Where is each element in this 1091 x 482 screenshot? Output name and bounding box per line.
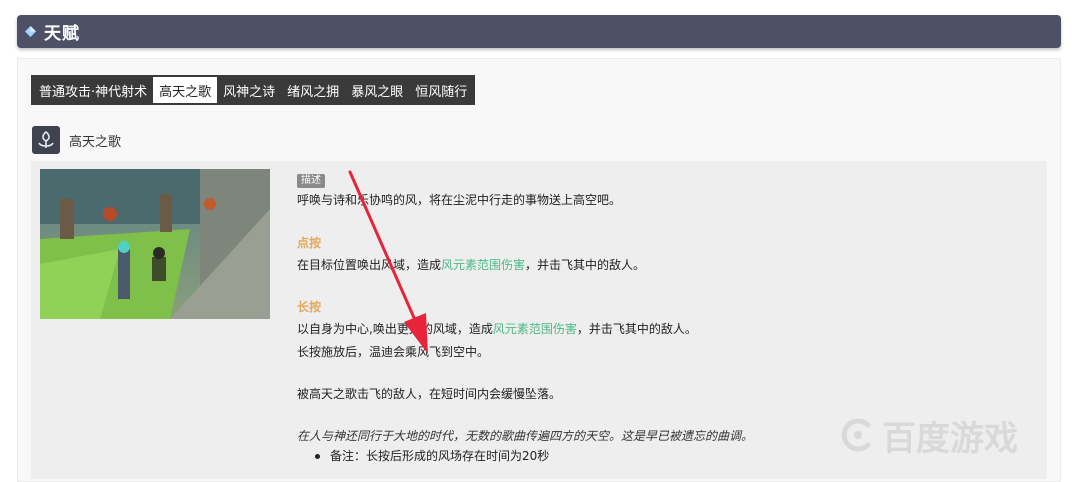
tab-embrace-of-winds[interactable]: 绪风之拥 <box>281 77 346 103</box>
tab-stormchaser[interactable]: 恒风随行 <box>409 77 474 103</box>
hold-text-pre: 以自身为中心,唤出更大的风域，造成 <box>297 322 493 336</box>
tap-element-damage: 风元素范围伤害 <box>441 258 526 272</box>
intro-text: 呼唤与诗和乐协鸣的风，将在尘泥中行走的事物送上高空吧。 <box>297 193 622 207</box>
tap-text-pre: 在目标位置唤出风域，造成 <box>297 258 442 272</box>
hold-text-post: ，并击飞其中的敌人。 <box>576 322 697 336</box>
tab-stormeye[interactable]: 暴风之眼 <box>345 77 410 103</box>
diamond-icon <box>25 26 36 37</box>
tab-normal-attack[interactable]: 普通攻击·神代射术 <box>33 77 154 103</box>
talent-tabs: 普通攻击·神代射术 高天之歌 风神之诗 绪风之拥 暴风之眼 恒风随行 <box>31 75 476 105</box>
tap-text: 在目标位置唤出风域，造成风元素范围伤害，并击飞其中的敌人。 <box>297 257 1037 273</box>
description-tag: 描述 <box>297 174 325 188</box>
skill-name: 高天之歌 <box>69 134 122 150</box>
tap-text-post: ，并击飞其中的敌人。 <box>525 258 646 272</box>
hold-heading: 长按 <box>297 300 322 314</box>
note-text: 备注：长按后形成的风场存在时间为20秒 <box>330 449 550 463</box>
watermark: 百度游戏 <box>838 410 1091 460</box>
tab-skyward-sonnet[interactable]: 高天之歌 <box>153 77 218 103</box>
tap-heading: 点按 <box>297 236 322 250</box>
hold-text: 以自身为中心,唤出更大的风域，造成风元素范围伤害，并击飞其中的敌人。 <box>297 321 1037 337</box>
hold-element-damage: 风元素范围伤害 <box>492 322 577 336</box>
bullet-icon <box>315 453 320 459</box>
hold-text-2: 长按施放后，温迪会乘风飞到空中。 <box>297 345 490 359</box>
skill-preview-image <box>40 169 270 319</box>
skill-header: 高天之歌 <box>32 126 121 154</box>
watermark-logo-icon <box>841 418 871 452</box>
tab-wind-ode[interactable]: 风神之诗 <box>217 77 282 103</box>
watermark-text: 百度游戏 <box>882 418 1018 459</box>
wind-skill-icon <box>32 126 60 154</box>
section-title: 天赋 <box>44 24 80 44</box>
section-header: 天赋 <box>17 15 1061 48</box>
effect-text: 被高天之歌击飞的敌人，在短时间内会缓慢坠落。 <box>297 387 562 401</box>
